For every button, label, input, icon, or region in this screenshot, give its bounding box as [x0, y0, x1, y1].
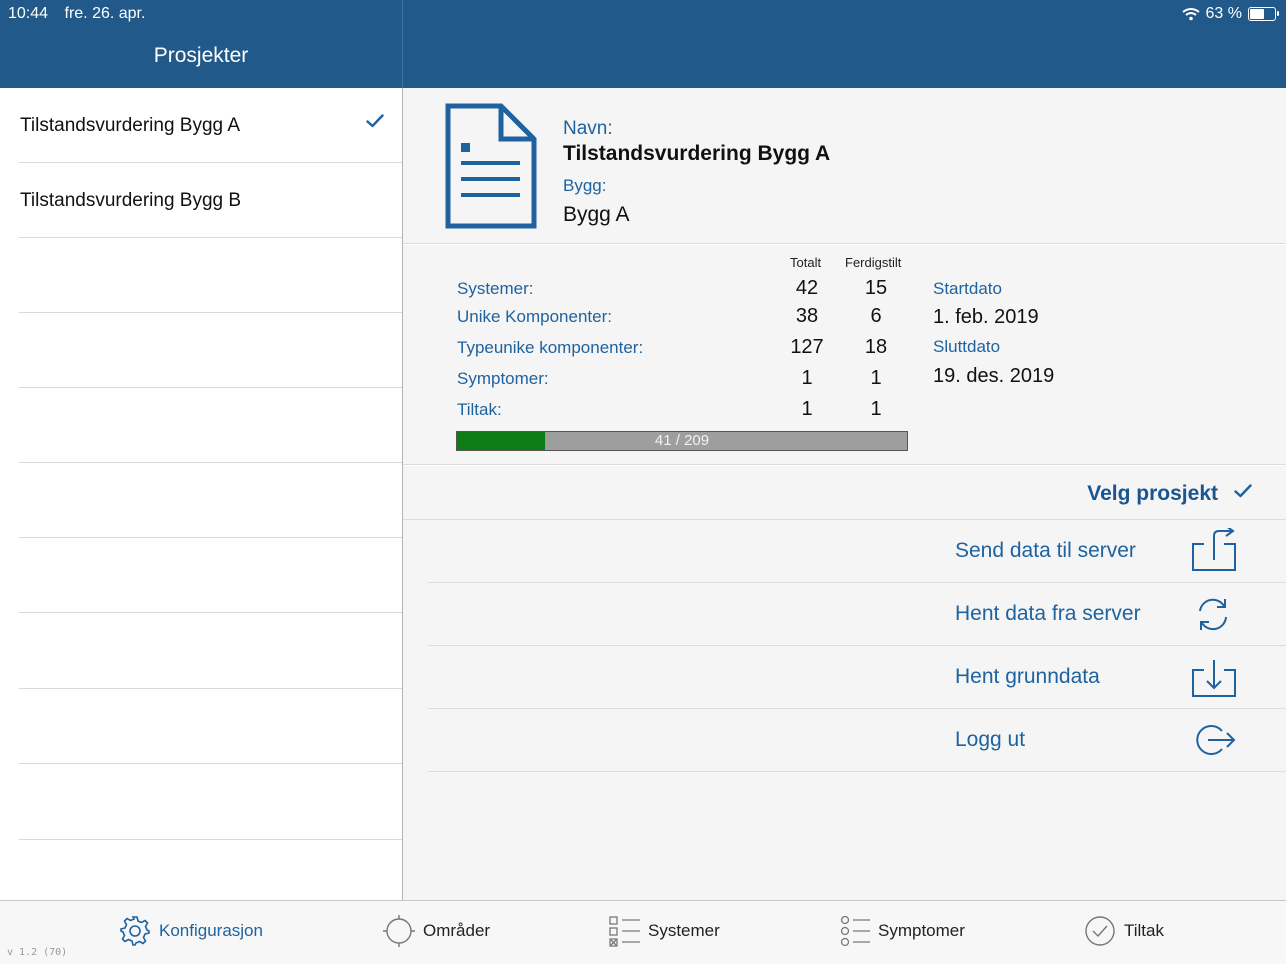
- battery-fill: [1250, 9, 1265, 19]
- tab-areas[interactable]: Områder: [383, 915, 490, 947]
- stat-total-symptoms: 1: [801, 367, 813, 389]
- battery-percent: 63 %: [1205, 5, 1242, 22]
- list-checkbox-icon: [609, 916, 640, 947]
- select-project-button[interactable]: Velg prosjekt: [403, 466, 1286, 520]
- project-item-label: Tilstandsvurdering Bygg B: [20, 190, 242, 211]
- project-list: Tilstandsvurdering Bygg A Tilstandsvurde…: [0, 88, 402, 900]
- progress-text: 41 / 209: [654, 432, 710, 449]
- version-label: v 1.2 (70): [7, 947, 68, 958]
- stat-label-typeunique: Typeunike komponenter:: [457, 338, 644, 357]
- area-icon: [383, 915, 415, 947]
- sidebar-title: Prosjekter: [153, 44, 249, 67]
- end-date-label: Sluttdato: [933, 337, 1001, 356]
- logout-label: Logg ut: [955, 728, 1026, 751]
- project-item-b[interactable]: Tilstandsvurdering Bygg B: [19, 163, 402, 238]
- stat-label-systems: Systemer:: [457, 279, 534, 298]
- col-header-total: Totalt: [790, 255, 822, 270]
- empty-list-row: [19, 313, 402, 388]
- tab-label: Konfigurasjon: [159, 921, 263, 940]
- gear-icon: [120, 916, 150, 946]
- project-info: Navn: Tilstandsvurdering Bygg A Bygg: By…: [403, 88, 1286, 244]
- project-item-a[interactable]: Tilstandsvurdering Bygg A: [19, 88, 402, 163]
- stat-done-systems: 15: [864, 277, 888, 299]
- status-time: 10:44: [8, 5, 49, 22]
- tab-systems[interactable]: Systemer: [608, 915, 720, 947]
- project-stats: Totalt Ferdigstilt Systemer: 42 15 Unike…: [403, 245, 1286, 465]
- tab-bar: Konfigurasjon Områder Systemer Symptomer…: [0, 900, 1286, 964]
- wifi-icon: [1181, 8, 1200, 21]
- empty-list-row: [19, 689, 402, 764]
- status-date: fre. 26. apr.: [64, 5, 146, 22]
- stat-label-symptoms: Symptomer:: [457, 369, 549, 388]
- project-name: Tilstandsvurdering Bygg A: [563, 142, 831, 165]
- send-data-label: Send data til server: [955, 539, 1136, 562]
- stat-done-measures: 1: [870, 398, 882, 420]
- select-project-label: Velg prosjekt: [1087, 482, 1218, 505]
- logout-button[interactable]: Logg ut: [428, 709, 1286, 772]
- empty-list-row: [19, 765, 402, 840]
- start-date-value: 1. feb. 2019: [933, 306, 1039, 328]
- status-bar-left: 10:44 fre. 26. apr.: [8, 5, 157, 23]
- stat-total-systems: 42: [795, 277, 819, 299]
- building-label: Bygg:: [563, 176, 607, 195]
- fetch-data-label: Hent data fra server: [955, 602, 1141, 625]
- building-value: Bygg A: [563, 203, 630, 226]
- empty-list-row: [19, 614, 402, 689]
- status-bar-right: 63 %: [1181, 5, 1279, 23]
- tab-configuration[interactable]: Konfigurasjon: [119, 915, 263, 947]
- sync-icon: [1199, 598, 1227, 631]
- document-icon: [445, 103, 537, 229]
- tab-label: Tiltak: [1124, 921, 1164, 940]
- battery-icon: [1248, 7, 1279, 21]
- checkmark-icon: [1234, 484, 1252, 498]
- start-date-label: Startdato: [933, 279, 1002, 298]
- tab-label: Områder: [423, 921, 491, 940]
- project-item-label: Tilstandsvurdering Bygg A: [20, 115, 241, 136]
- empty-list-row: [19, 538, 402, 613]
- check-circle-icon: [1085, 916, 1115, 946]
- stat-done-unique: 6: [870, 305, 882, 327]
- fetch-basedata-button[interactable]: Hent grunndata: [428, 646, 1286, 709]
- send-data-button[interactable]: Send data til server: [428, 520, 1286, 583]
- download-icon: [1192, 660, 1236, 697]
- tab-label: Systemer: [648, 921, 720, 940]
- stat-label-unique: Unike Komponenter:: [457, 307, 612, 326]
- fetch-data-button[interactable]: Hent data fra server: [428, 583, 1286, 646]
- empty-list-row: [19, 463, 402, 538]
- stat-label-measures: Tiltak:: [457, 400, 502, 419]
- tab-label: Symptomer: [878, 921, 965, 940]
- logout-icon: [1196, 725, 1236, 755]
- end-date-value: 19. des. 2019: [933, 365, 1055, 387]
- tab-measures[interactable]: Tiltak: [1084, 915, 1164, 947]
- upload-icon: [1192, 528, 1236, 571]
- stat-total-unique: 38: [795, 305, 819, 327]
- project-details: Navn: Tilstandsvurdering Bygg A Bygg: By…: [403, 88, 1286, 900]
- list-circle-icon: [840, 915, 870, 947]
- progress-bar: 41 / 209: [456, 431, 908, 451]
- col-header-done: Ferdigstilt: [845, 255, 902, 270]
- project-name-label: Navn:: [563, 118, 613, 139]
- stat-done-symptoms: 1: [870, 367, 882, 389]
- empty-list-row: [19, 238, 402, 313]
- stat-total-typeunique: 127: [790, 336, 824, 358]
- stat-done-typeunique: 18: [864, 336, 888, 358]
- fetch-basedata-label: Hent grunndata: [955, 665, 1100, 688]
- empty-list-row: [19, 388, 402, 463]
- header-divider: [402, 0, 403, 88]
- tab-symptoms[interactable]: Symptomer: [840, 915, 965, 947]
- actions-panel: Velg prosjekt Send data til server Hent …: [403, 466, 1286, 900]
- stat-total-measures: 1: [801, 398, 813, 420]
- top-header: 10:44 fre. 26. apr. 63 % Prosjekter: [0, 0, 1286, 88]
- checkmark-icon: [366, 114, 384, 128]
